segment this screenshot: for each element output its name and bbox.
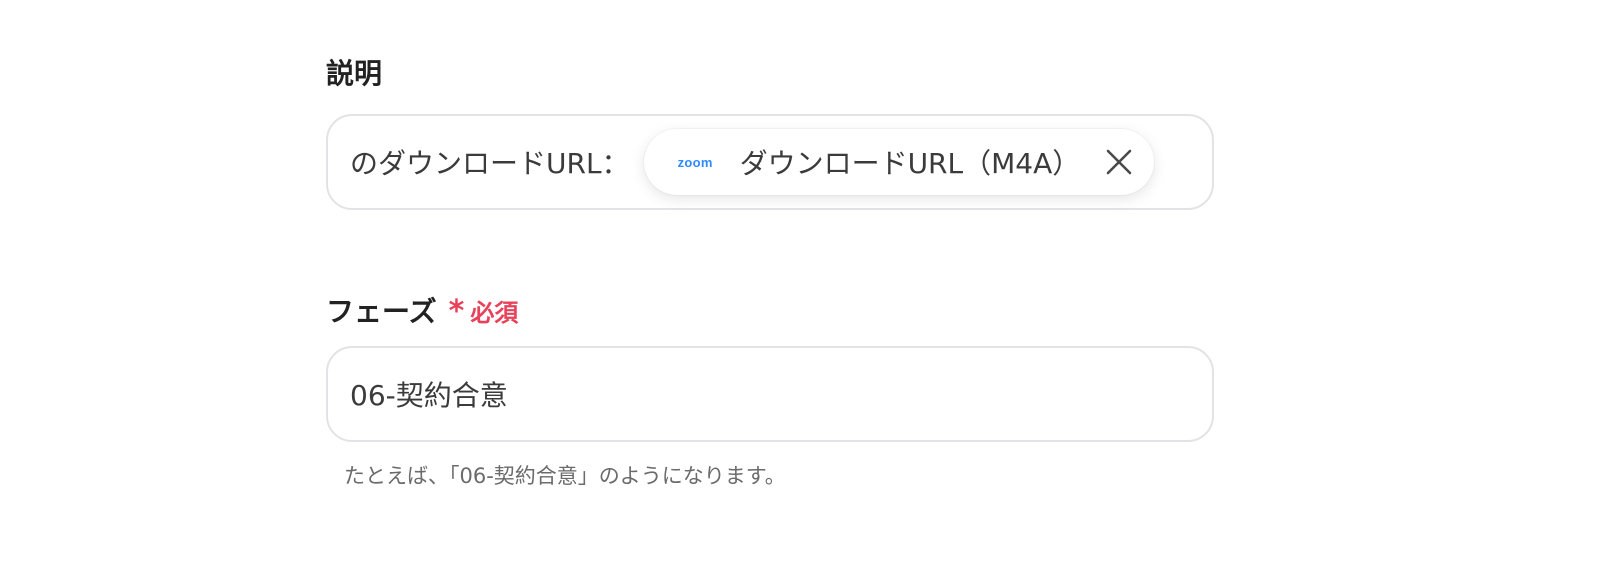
chip-label: ダウンロードURL（M4A） [739,147,1081,180]
phase-hint-text: たとえば、「06-契約合意」のようになります。 [344,464,786,488]
description-label-text: 説明 [326,57,383,90]
close-icon[interactable] [1102,145,1136,179]
description-input[interactable]: のダウンロードURL： zoom ダウンロードURL（M4A） [326,114,1214,210]
description-label: 説明 [326,52,382,92]
phase-label-text: フェーズ [326,295,437,328]
description-prefix-text: のダウンロードURL： [350,147,630,180]
phase-input[interactable]: 06-契約合意 [326,346,1214,442]
zoom-logo-icon: zoom [677,154,713,170]
required-badge: 必須 [470,298,519,327]
phase-input-value: 06-契約合意 [350,379,508,412]
phase-label: フェーズ * 必須 [326,290,518,330]
required-asterisk-icon: * [448,294,465,329]
variable-chip-download-url[interactable]: zoom ダウンロードURL（M4A） [643,129,1154,195]
